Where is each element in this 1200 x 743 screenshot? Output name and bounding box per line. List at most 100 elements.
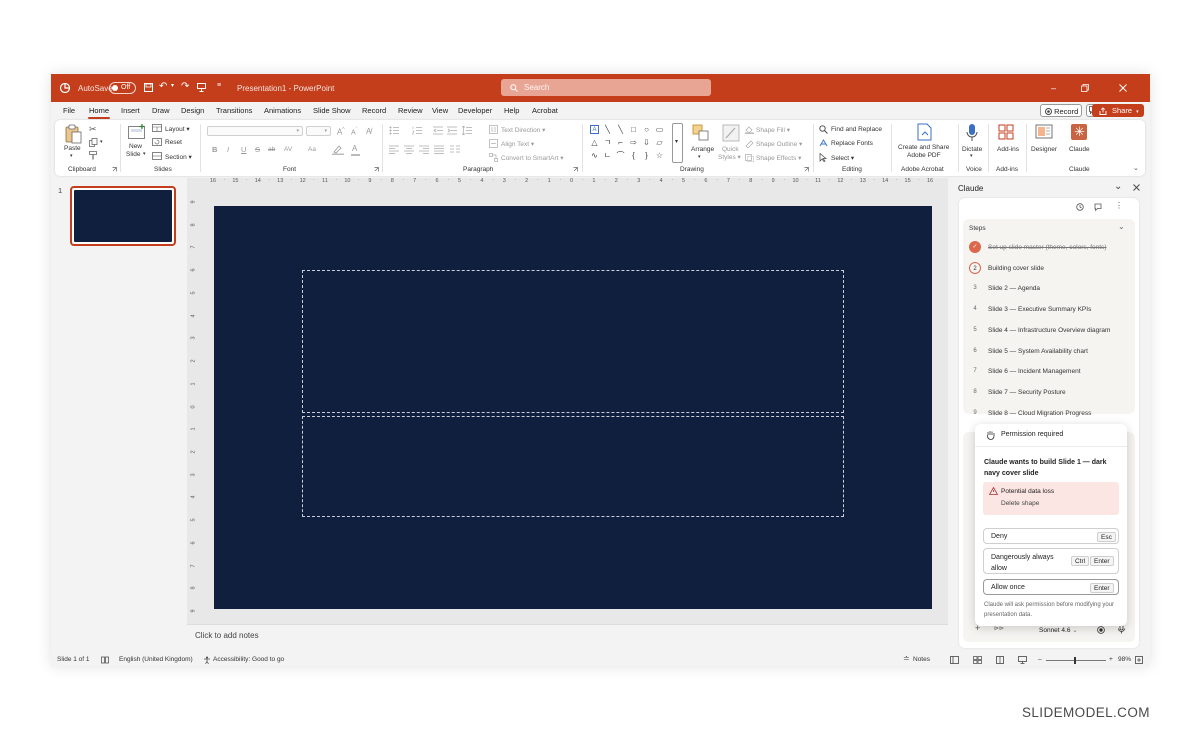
arrange-button[interactable]: Arrange <box>691 146 714 153</box>
quick-styles-label[interactable]: Quick <box>722 146 739 153</box>
stop-icon[interactable] <box>1097 626 1105 634</box>
zoom-level[interactable]: 98% <box>1118 656 1131 663</box>
reset-icon[interactable] <box>152 138 162 146</box>
italic-icon[interactable]: I <box>227 145 229 154</box>
shape-outline-button[interactable]: Shape Outline ▾ <box>756 140 802 148</box>
tab-record[interactable]: Record <box>362 106 386 115</box>
title-placeholder[interactable] <box>302 270 844 413</box>
zoom-in-icon[interactable]: + <box>1109 656 1113 663</box>
allow-once-button[interactable]: Allow once Enter <box>983 579 1119 595</box>
align-center-icon[interactable] <box>404 145 414 154</box>
language-status[interactable]: English (United Kingdom) <box>119 656 193 663</box>
claude-ribbon-icon[interactable]: ✳ <box>1071 124 1087 140</box>
claude-button[interactable]: Claude <box>1069 146 1090 153</box>
new-slide-label-2[interactable]: Slide <box>126 151 140 158</box>
create-pdf-icon[interactable] <box>917 123 933 141</box>
tab-home[interactable]: Home <box>89 106 109 115</box>
minimize-icon[interactable]: – <box>1051 83 1056 93</box>
spelling-check-icon[interactable] <box>101 656 109 664</box>
text-direction-button[interactable]: Text Direction ▾ <box>501 126 545 134</box>
font-color-icon[interactable]: A <box>352 144 357 153</box>
tab-transitions[interactable]: Transitions <box>216 106 252 115</box>
brace-shape-icon[interactable]: } <box>642 151 651 160</box>
smartart-icon[interactable] <box>489 153 498 162</box>
tab-animations[interactable]: Animations <box>264 106 301 115</box>
create-share-pdf-label-2[interactable]: Adobe PDF <box>907 152 941 159</box>
model-selector[interactable]: Sonnet 4.6 ⌄ <box>1039 626 1078 634</box>
clear-formatting-icon[interactable]: A̸ <box>366 127 371 136</box>
bullets-icon[interactable] <box>389 126 399 135</box>
rounded-rect-shape-icon[interactable]: ▭ <box>655 125 664 134</box>
shape-effects-button[interactable]: Shape Effects ▾ <box>756 154 801 162</box>
addins-icon[interactable] <box>998 124 1014 140</box>
line-spacing-icon[interactable] <box>462 126 472 135</box>
decrease-indent-icon[interactable] <box>433 126 443 135</box>
select-cursor-icon[interactable] <box>819 153 828 162</box>
strikethrough-icon[interactable]: S <box>255 145 260 154</box>
align-right-icon[interactable] <box>419 145 429 154</box>
drawing-launcher-icon[interactable] <box>804 167 809 172</box>
undo-icon[interactable]: ↶ <box>159 81 167 92</box>
freeform-shape-icon[interactable]: ㄴ <box>603 151 612 160</box>
elbow-connector-shape-icon[interactable]: ㄱ <box>603 138 612 147</box>
fit-to-window-icon[interactable] <box>1135 656 1143 664</box>
tab-slide-show[interactable]: Slide Show <box>313 106 351 115</box>
slide-canvas[interactable] <box>214 206 932 609</box>
arrange-icon[interactable] <box>692 124 710 142</box>
new-slide-icon[interactable] <box>128 124 147 140</box>
select-button[interactable]: Select ▾ <box>831 154 854 162</box>
dictate-button[interactable]: Dictate <box>962 146 982 153</box>
redo-icon[interactable]: ↷ <box>181 81 189 92</box>
underline-icon[interactable]: U <box>241 145 246 154</box>
create-share-pdf-label[interactable]: Create and Share <box>898 144 949 151</box>
tab-design[interactable]: Design <box>181 106 204 115</box>
increase-font-size-icon[interactable]: A^ <box>337 127 345 137</box>
save-icon[interactable] <box>144 83 153 92</box>
flowchart-shape-icon[interactable]: ▱ <box>655 138 664 147</box>
oval-shape-icon[interactable]: ○ <box>642 125 651 134</box>
arc-shape-icon[interactable]: ⌒ <box>616 151 625 160</box>
replace-fonts-button[interactable]: Replace Fonts <box>831 140 873 147</box>
paste-icon[interactable] <box>64 124 82 144</box>
tab-file[interactable]: File <box>63 106 75 115</box>
search-box[interactable]: Search <box>501 79 711 96</box>
format-painter-icon[interactable] <box>89 151 99 160</box>
share-button[interactable]: Share ▾ <box>1092 104 1144 117</box>
character-spacing-icon[interactable]: AV <box>284 146 292 153</box>
paste-label[interactable]: Paste <box>64 145 81 152</box>
undo-dropdown-icon[interactable]: ▾ <box>171 82 174 89</box>
triangle-shape-icon[interactable]: △ <box>590 138 599 147</box>
bracket-shape-icon[interactable]: { <box>629 151 638 160</box>
right-arrow-shape-icon[interactable]: ⇨ <box>629 138 638 147</box>
columns-icon[interactable] <box>450 145 460 154</box>
new-slide-label[interactable]: New <box>129 143 142 150</box>
slide-thumbnail[interactable] <box>70 186 176 246</box>
section-button[interactable]: Section ▾ <box>165 153 192 161</box>
notes-pane[interactable]: Click to add notes <box>187 624 948 648</box>
accessibility-status[interactable]: Accessibility: Good to go <box>213 656 284 663</box>
shape-effects-icon[interactable] <box>745 154 754 162</box>
customize-quick-access-icon[interactable]: ≡ <box>217 82 221 89</box>
history-icon[interactable] <box>1076 203 1084 211</box>
star-shape-icon[interactable]: ☆ <box>655 151 664 160</box>
notes-toggle-icon[interactable]: ≐ <box>903 654 910 663</box>
font-size-dropdown[interactable]: ▾ <box>306 126 331 136</box>
curve-shape-icon[interactable]: ∿ <box>590 151 599 160</box>
elbow-arrow-shape-icon[interactable]: ⌐ <box>616 138 625 147</box>
close-window-icon[interactable] <box>1119 84 1127 92</box>
copy-dropdown-icon[interactable]: ▾ <box>100 139 103 145</box>
clipboard-launcher-icon[interactable] <box>112 167 117 172</box>
tab-help[interactable]: Help <box>504 106 519 115</box>
auto-mode-icon[interactable]: ⊳⊳ <box>994 625 1004 632</box>
font-family-dropdown[interactable]: ▾ <box>207 126 303 136</box>
shadow-icon[interactable]: ab <box>268 146 275 153</box>
replace-fonts-icon[interactable] <box>819 139 828 148</box>
align-text-icon[interactable] <box>489 139 498 148</box>
rectangle-shape-icon[interactable]: □ <box>629 125 638 134</box>
restore-icon[interactable] <box>1081 84 1089 92</box>
tab-developer[interactable]: Developer <box>458 106 492 115</box>
zoom-out-icon[interactable]: – <box>1038 656 1042 663</box>
shape-fill-button[interactable]: Shape Fill ▾ <box>756 126 790 134</box>
reset-button[interactable]: Reset <box>165 139 182 146</box>
layout-icon[interactable] <box>152 124 162 132</box>
